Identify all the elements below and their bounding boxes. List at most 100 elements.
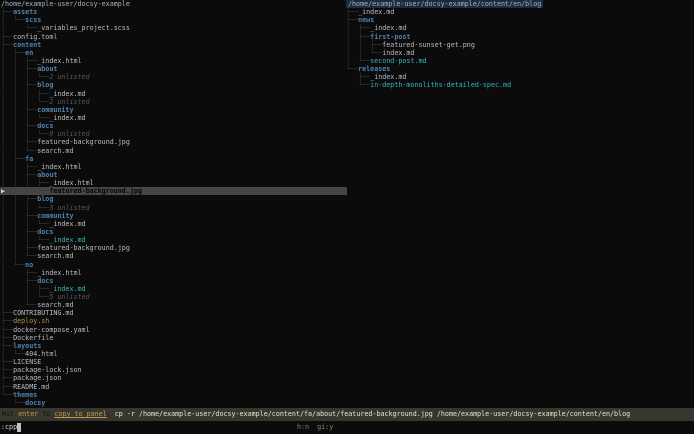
tree-row[interactable]: │ ├──_index.md — [345, 24, 694, 32]
status-command-preview: cp -r /home/example-user/docsy-example/c… — [114, 410, 631, 419]
tree-node-name: no — [25, 260, 34, 269]
tree-row[interactable]: └──in-depth-monoliths-detailed-spec.md — [345, 81, 694, 89]
tree-node-name: _index.md — [49, 113, 86, 122]
tree-row[interactable]: │ │ ├──_index.html — [0, 57, 347, 65]
tree-node-name: search.md — [37, 252, 74, 261]
tree-node-name: 3 unlisted — [49, 203, 90, 212]
tree-row[interactable]: │ ├──_index.html — [0, 269, 347, 277]
tree-branch-lines: │ └── — [1, 260, 26, 269]
tree-row[interactable]: │ │ ├──community — [0, 106, 347, 114]
tree-node-name: _variables_project.scss — [37, 24, 130, 33]
tree-row[interactable]: ├──assets — [0, 8, 347, 16]
tree-node-name: community — [37, 105, 74, 114]
tree-row[interactable]: │ │ └──search.md — [0, 252, 347, 260]
command-input[interactable]: :cpp — [0, 421, 694, 434]
tree-branch-lines: │ │ ├── — [1, 138, 38, 147]
tree-node-name: featured-sunset-get.png — [382, 40, 475, 49]
tree-branch-lines: │ │ ├── — [1, 284, 50, 293]
tree-branch-lines: │ │ │ └── — [1, 219, 50, 228]
tree-branch-lines: │ │ ├── — [1, 170, 38, 179]
tree-row[interactable]: │ │ └──search.md — [0, 147, 347, 155]
tree-row[interactable]: │ ├──first-post — [345, 33, 694, 41]
tree-branch-lines: └── — [346, 65, 359, 74]
status-key-hint: enter — [18, 410, 39, 419]
tree-row[interactable]: ├──_index.md — [345, 8, 694, 16]
left-tree: ├──assets │ └──scss │ └──_variables_proj… — [0, 8, 347, 407]
tree-row[interactable]: └──docsy — [0, 399, 347, 407]
tree-row[interactable]: │ │ └──index.md — [345, 49, 694, 57]
tree-row[interactable]: │ │ ├──featured-sunset-get.png — [345, 41, 694, 49]
tree-node-name: releases — [358, 65, 391, 74]
tree-row[interactable]: │ │ │ └──_index.md — [0, 114, 347, 122]
tree-node-name: config.toml — [13, 32, 58, 41]
left-panel: /home/example-user/docsy-example ├──asse… — [0, 0, 347, 407]
tree-row[interactable]: │ └──_variables_project.scss — [0, 24, 347, 32]
tree-branch-lines: └── — [1, 398, 26, 407]
tree-branch-lines: │ ├── — [1, 154, 26, 163]
tree-row[interactable]: │ │ ├──community — [0, 212, 347, 220]
tree-row[interactable]: │ │ ├──about — [0, 171, 347, 179]
left-panel-path: /home/example-user/docsy-example — [0, 0, 347, 8]
tree-node-name: community — [37, 211, 74, 220]
tree-row[interactable]: ├──package.json — [0, 374, 347, 382]
tree-row[interactable]: │ │ │ └──_index.md — [0, 220, 347, 228]
status-hint-mid: to — [38, 410, 55, 419]
tree-branch-lines: │ │ ├── — [1, 211, 38, 220]
tree-branch-lines: ├── — [1, 374, 14, 383]
tree-row[interactable]: ├──deploy.sh — [0, 317, 347, 325]
tree-row[interactable]: ├──README.md — [0, 383, 347, 391]
tree-row[interactable]: │ │ │ └──2 unlisted — [0, 98, 347, 106]
tree-row[interactable]: ├──content — [0, 41, 347, 49]
tree-row[interactable]: │ │ ├──blog — [0, 195, 347, 203]
tree-row[interactable]: ├──config.toml — [0, 33, 347, 41]
tree-node-name: search.md — [37, 146, 74, 155]
tree-row[interactable]: │ └──second-post.md — [345, 57, 694, 65]
tree-node-name: 5 unlisted — [49, 293, 90, 302]
tree-node-name: content — [13, 40, 42, 49]
tree-row[interactable]: ├──Dockerfile — [0, 334, 347, 342]
tree-row[interactable]: ├──docker-compose.yaml — [0, 326, 347, 334]
tree-row[interactable]: ├──layouts — [0, 342, 347, 350]
tree-row[interactable]: │ └──404.html — [0, 350, 347, 358]
tree-row[interactable]: │ │ │ └──3 unlisted — [0, 204, 347, 212]
left-panel-path-text: /home/example-user/docsy-example — [1, 0, 130, 8]
tree-row[interactable]: │ ├──en — [0, 49, 347, 57]
tree-node-name: search.md — [37, 301, 74, 310]
tree-row[interactable]: │ │ ├──featured-background.jpg — [0, 138, 347, 146]
tree-row[interactable]: │ └──no — [0, 261, 347, 269]
tree-row[interactable]: └──themes — [0, 391, 347, 399]
tree-branch-lines: │ │ ├── — [1, 195, 38, 204]
tree-row[interactable]: │ │ ├──blog — [0, 81, 347, 89]
status-hint-prefix: Hit — [2, 410, 19, 419]
tree-node-name: _index.md — [49, 284, 86, 293]
tree-row[interactable]: │ │ ├──docs — [0, 228, 347, 236]
command-input-value: :cpp — [1, 423, 18, 432]
tree-node-name: blog — [37, 195, 54, 204]
tree-branch-lines: │ │ └── — [1, 252, 38, 261]
tree-node-name: 2 unlisted — [49, 73, 90, 82]
tree-node-name: _index.html — [49, 179, 94, 188]
tree-row[interactable]: │ │ │ ├──_index.md — [0, 90, 347, 98]
tree-row[interactable]: │ ├──docs — [0, 277, 347, 285]
tree-branch-lines: ├── — [1, 358, 14, 367]
tree-branch-lines: │ │ │ └── — [1, 97, 50, 106]
tree-node-name: _index.md — [49, 89, 86, 98]
tree-node-name: docs — [37, 122, 54, 131]
tree-row[interactable]: │ │ ├──_index.md — [0, 285, 347, 293]
tree-node-name: _index.html — [37, 268, 82, 277]
tree-branch-lines: │ │ ├── — [346, 40, 383, 49]
tree-branch-lines: │ │ ├── — [1, 227, 38, 236]
tree-branch-lines: │ │ ├── — [1, 81, 38, 90]
tree-row[interactable]: │ │ └──5 unlisted — [0, 293, 347, 301]
tree-row[interactable]: ├──CONTRIBUTING.md — [0, 309, 347, 317]
tree-node-name: in-depth-monoliths-detailed-spec.md — [370, 81, 512, 90]
tree-row[interactable]: │ │ │ ├──_index.html — [0, 179, 347, 187]
tree-row[interactable]: │ ├──fa — [0, 155, 347, 163]
tree-row[interactable]: │ │ ├──_index.html — [0, 163, 347, 171]
tree-row[interactable]: │ │ │ └──_index.md — [0, 236, 347, 244]
tree-node-name: docker-compose.yaml — [13, 325, 90, 334]
tree-node-name: deploy.sh — [13, 317, 50, 326]
tree-node-name: themes — [13, 390, 38, 399]
tree-branch-lines: │ │ │ └── — [1, 113, 50, 122]
status-bar: Hit enter to copy_to_panel: cp -r /home/… — [0, 408, 694, 421]
